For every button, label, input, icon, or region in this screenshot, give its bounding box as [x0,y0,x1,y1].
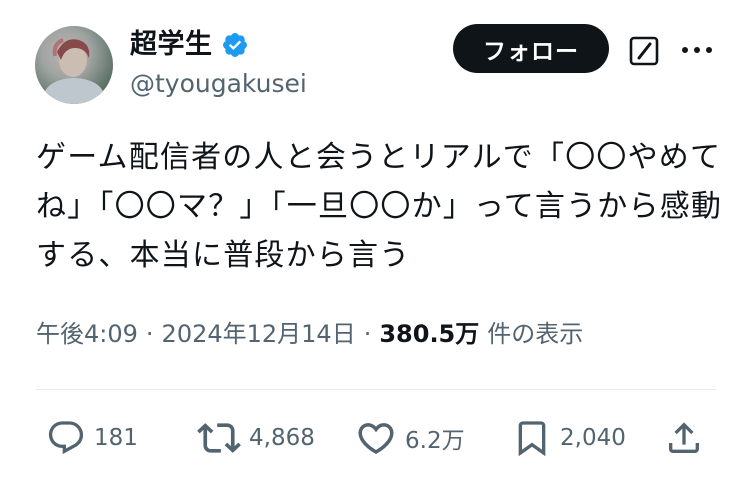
reply-count: 181 [94,425,138,451]
author-name-row: 超学生 [130,27,249,63]
bookmark-button[interactable]: 2,040 [512,416,626,460]
views-label[interactable]: 件の表示 [487,316,583,352]
tweet-text: ゲーム配信者の人と会うとリアルで「〇〇やめてね」「〇〇マ？」「一旦〇〇か」って言… [36,140,723,273]
reply-icon [48,421,84,455]
repost-button[interactable]: 4,868 [197,416,315,460]
grok-icon[interactable] [629,36,659,66]
author-handle[interactable]: @tyougakusei [130,67,307,101]
tweet-time[interactable]: 午後4:09 [36,316,138,352]
meta-separator: · [145,320,154,348]
views-count[interactable]: 380.5万 [379,316,479,352]
reply-button[interactable]: 181 [46,416,138,460]
share-button[interactable] [664,416,704,460]
bookmark-icon [518,421,546,457]
repost-icon [197,423,241,453]
share-icon [669,422,699,453]
like-icon [358,423,394,455]
divider [36,389,716,390]
repost-count: 4,868 [249,425,315,451]
display-name[interactable]: 超学生 [130,27,213,63]
follow-button[interactable]: フォロー [453,24,609,73]
tweet-meta: 午後4:09 · 2024年12月14日 · 380.5万 件の表示 [36,316,583,352]
verified-badge-icon [221,31,249,59]
bookmark-count: 2,040 [560,425,626,451]
like-button[interactable]: 6.2万 [355,416,465,460]
avatar[interactable] [35,26,113,104]
like-count: 6.2万 [405,428,465,454]
meta-separator: · [363,320,372,348]
tweet-card: 超学生 @tyougakusei フォロー ゲーム配信者の人と会うとリアルで「〇… [0,0,750,489]
more-icon[interactable] [681,41,713,59]
tweet-date[interactable]: 2024年12月14日 [162,316,356,352]
